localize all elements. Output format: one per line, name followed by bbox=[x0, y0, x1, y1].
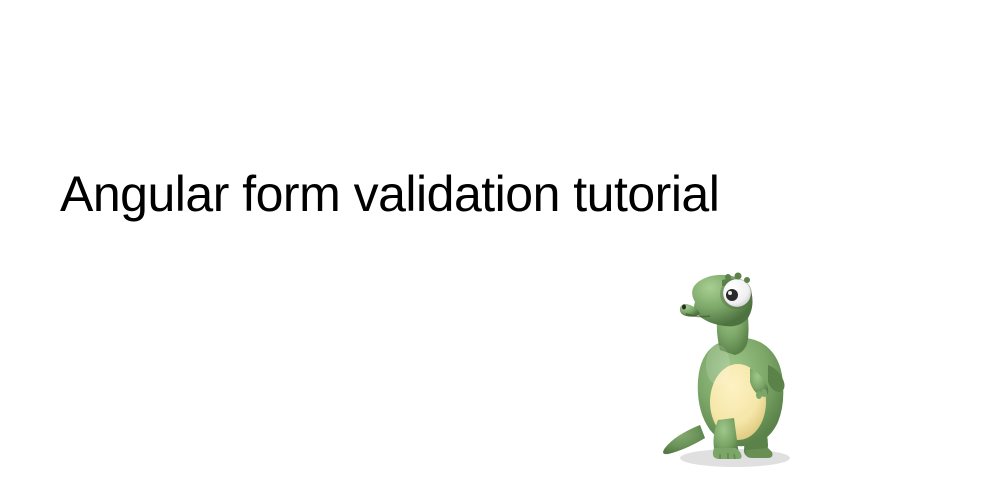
page-title: Angular form validation tutorial bbox=[60, 165, 719, 223]
dinosaur-mascot-icon bbox=[640, 270, 820, 470]
